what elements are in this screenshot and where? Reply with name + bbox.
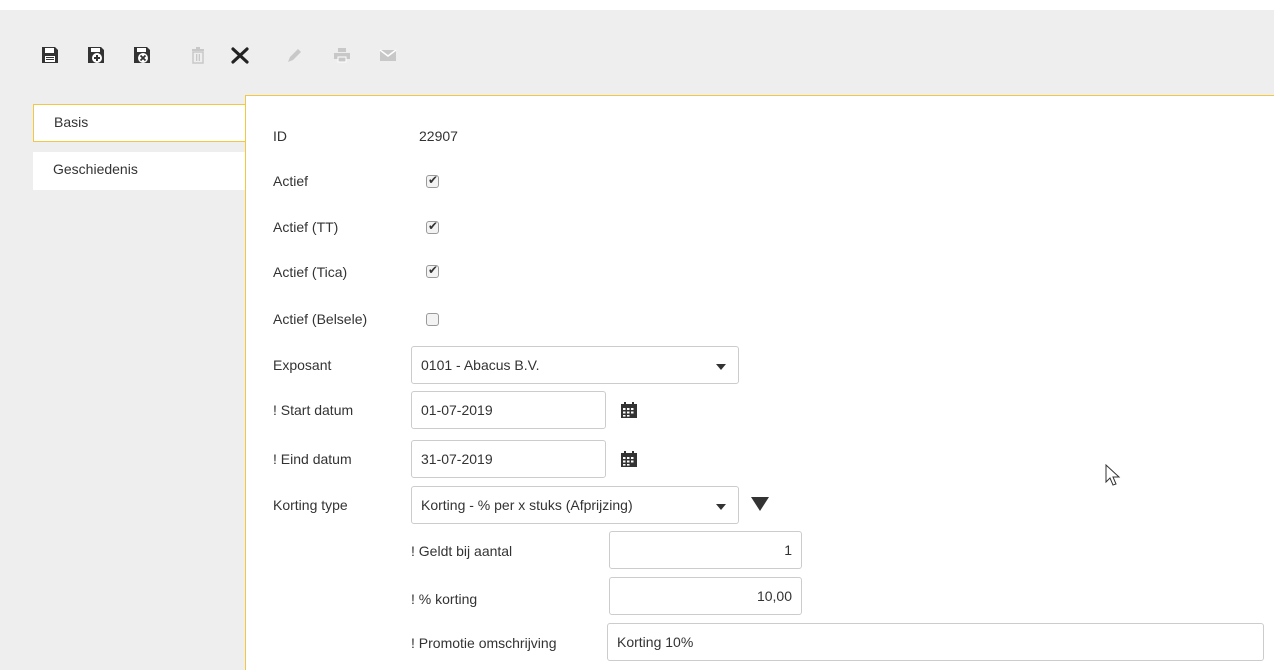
geldt-bij-aantal-label: ! Geldt bij aantal [411,543,513,559]
checkmark-icon: ✔ [428,219,439,233]
save-new-icon [88,47,104,63]
start-datum-label: ! Start datum [273,402,354,418]
calendar-icon[interactable] [620,401,638,419]
save-close-button[interactable] [132,45,158,77]
exposant-label: Exposant [273,357,332,373]
actief-tt-label: Actief (TT) [273,219,339,235]
email-icon [379,49,397,61]
tab-basis[interactable]: Basis [33,104,245,142]
chevron-down-icon [716,504,726,510]
eind-datum-value: 31-07-2019 [421,451,493,467]
actief-tt-checkbox[interactable]: ✔ [426,219,439,234]
tab-geschiedenis[interactable]: Geschiedenis [33,152,245,190]
edit-button[interactable] [284,45,310,77]
actief-label: Actief [273,173,309,189]
expand-details-icon[interactable] [751,497,769,511]
close-icon [231,47,249,64]
start-datum-value: 01-07-2019 [421,402,493,418]
start-datum-input[interactable]: 01-07-2019 [411,391,606,429]
pct-korting-input[interactable]: 10,00 [609,577,802,615]
tab-basis-label: Basis [54,114,89,130]
eind-datum-input[interactable]: 31-07-2019 [411,440,606,478]
checkmark-icon: ✔ [428,263,439,277]
actief-tica-checkbox[interactable]: ✔ [426,263,439,278]
actief-checkbox[interactable]: ✔ [426,173,439,188]
pct-korting-label: ! % korting [411,591,478,607]
korting-type-label: Korting type [273,497,348,513]
korting-type-select-value: Korting - % per x stuks (Afprijzing) [421,497,633,513]
edit-icon [288,49,301,62]
geldt-bij-aantal-value: 1 [784,542,792,558]
checkmark-icon: ✔ [428,173,439,187]
actief-belsele-label: Actief (Belsele) [273,311,368,327]
save-close-icon [134,47,150,63]
delete-button[interactable] [188,45,214,77]
id-value: 22907 [419,128,458,144]
calendar-icon[interactable] [620,450,638,468]
print-icon [334,48,350,63]
save-icon [42,47,58,63]
actief-belsele-checkbox[interactable] [426,313,439,326]
email-button[interactable] [378,45,404,77]
chevron-down-icon [716,364,726,370]
print-button[interactable] [332,45,358,77]
close-button[interactable] [230,45,256,77]
save-new-button[interactable] [86,45,112,77]
exposant-select[interactable]: 0101 - Abacus B.V. [411,346,739,384]
save-button[interactable] [40,45,66,77]
mouse-cursor-icon [1105,464,1121,486]
actief-tica-label: Actief (Tica) [273,264,348,280]
promotie-omschrijving-input[interactable]: Korting 10% [607,623,1264,661]
promotie-omschrijving-label: ! Promotie omschrijving [411,635,557,651]
pct-korting-value: 10,00 [756,588,792,604]
korting-type-select[interactable]: Korting - % per x stuks (Afprijzing) [411,486,739,524]
promotie-omschrijving-value: Korting 10% [617,634,694,650]
tab-geschiedenis-label: Geschiedenis [53,161,138,177]
geldt-bij-aantal-input[interactable]: 1 [609,531,802,569]
delete-icon [192,47,204,64]
eind-datum-label: ! Eind datum [273,451,352,467]
id-label: ID [273,128,287,144]
exposant-select-value: 0101 - Abacus B.V. [421,357,540,373]
